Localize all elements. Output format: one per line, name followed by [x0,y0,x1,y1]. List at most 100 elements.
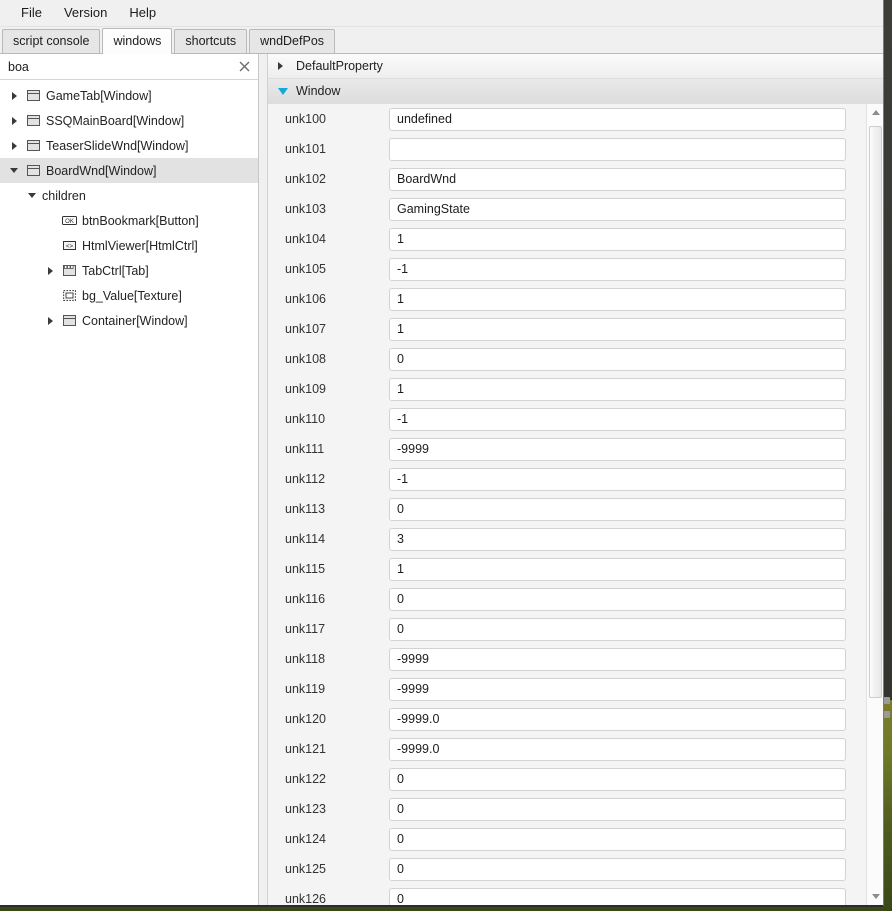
property-name: unk101 [285,142,327,156]
property-value-input[interactable] [389,347,846,371]
property-group-defaultproperty[interactable]: DefaultProperty [268,54,883,79]
property-name: unk114 [285,532,326,546]
property-name: unk107 [285,322,327,336]
chevron-right-icon[interactable] [6,108,22,133]
tree-item-label: SSQMainBoard[Window] [46,113,185,128]
property-value-input[interactable] [389,647,846,671]
chevron-right-icon[interactable] [6,83,22,108]
property-value-input[interactable] [389,317,846,341]
menu-bar: File Version Help [0,0,883,27]
property-pane: DefaultProperty Window unk100 unk101 unk10… [267,54,883,905]
property-row: unk117 [268,614,866,644]
property-value-input[interactable] [389,767,846,791]
tree-item[interactable]: GameTab[Window] [0,83,258,108]
pane-splitter[interactable] [259,54,267,905]
property-value-input[interactable] [389,707,846,731]
search-input[interactable] [8,59,234,74]
property-row: unk101 [268,134,866,164]
tree-item[interactable]: TeaserSlideWnd[Window] [0,133,258,158]
property-name: unk103 [285,202,327,216]
chevron-down-icon[interactable] [867,888,883,905]
menu-item-file[interactable]: File [10,2,53,24]
property-name: unk120 [285,712,327,726]
menu-item-version[interactable]: Version [53,2,118,24]
tree-item[interactable]: SSQMainBoard[Window] [0,108,258,133]
property-row: unk103 [268,194,866,224]
property-value-input[interactable] [389,557,846,581]
tree-item[interactable]: TabCtrl[Tab] [0,258,258,283]
button-icon: OK [58,213,80,228]
property-value-input[interactable] [389,587,846,611]
scrollbar-thumb[interactable] [869,126,882,698]
property-row: unk118 [268,644,866,674]
window-tree-pane: GameTab[Window] SSQMainBoard[Window] Tease… [0,54,259,905]
property-scrollbar[interactable] [866,104,883,905]
property-name: unk108 [285,352,327,366]
property-value-input[interactable] [389,257,846,281]
tree-item[interactable]: children [0,183,258,208]
property-name: unk121 [285,742,327,756]
property-value-input[interactable] [389,827,846,851]
window-icon [22,113,44,128]
property-value-input[interactable] [389,287,846,311]
property-name: unk126 [285,892,327,905]
tree-item[interactable]: OK btnBookmark[Button] [0,208,258,233]
property-value-input[interactable] [389,167,846,191]
property-name: unk124 [285,832,327,846]
texture-icon [58,288,80,303]
property-value-input[interactable] [389,527,846,551]
property-value-input[interactable] [389,107,846,131]
tab-windows[interactable]: windows [102,28,173,54]
window-icon [22,163,44,178]
property-row: unk114 [268,524,866,554]
tree-item[interactable]: <> HtmlViewer[HtmlCtrl] [0,233,258,258]
main-split-container: GameTab[Window] SSQMainBoard[Window] Tease… [0,54,883,905]
property-row: unk112 [268,464,866,494]
property-name: unk109 [285,382,327,396]
property-value-input[interactable] [389,857,846,881]
property-row: unk109 [268,374,866,404]
property-group-label: Window [296,84,341,98]
property-value-input[interactable] [389,677,846,701]
property-value-input[interactable] [389,377,846,401]
property-name: unk105 [285,262,327,276]
close-icon[interactable] [234,57,254,77]
property-value-input[interactable] [389,497,846,521]
tree-item[interactable]: Container[Window] [0,308,258,333]
tab-wnddefpos[interactable]: wndDefPos [249,29,336,53]
property-name: unk125 [285,862,327,876]
window-tree[interactable]: GameTab[Window] SSQMainBoard[Window] Tease… [0,80,258,905]
tab-shortcuts[interactable]: shortcuts [174,29,248,53]
property-row: unk107 [268,314,866,344]
property-name: unk115 [285,562,326,576]
property-value-input[interactable] [389,137,846,161]
property-name: unk113 [285,502,326,516]
property-value-input[interactable] [389,227,846,251]
property-value-input[interactable] [389,407,846,431]
property-group-window[interactable]: Window [268,79,883,104]
tree-item[interactable]: BoardWnd[Window] [0,158,258,183]
property-value-input[interactable] [389,887,846,905]
property-group-label: DefaultProperty [296,59,383,73]
chevron-down-icon[interactable] [6,158,22,183]
property-value-input[interactable] [389,797,846,821]
property-value-input[interactable] [389,197,846,221]
property-value-input[interactable] [389,617,846,641]
chevron-down-icon[interactable] [24,183,40,208]
property-value-input[interactable] [389,467,846,491]
tree-item[interactable]: bg_Value[Texture] [0,283,258,308]
property-value-input[interactable] [389,737,846,761]
chevron-right-icon[interactable] [42,308,58,333]
chevron-right-icon[interactable] [42,258,58,283]
property-row: unk100 [268,104,866,134]
application-window: File Version Help script console windows… [0,0,884,907]
property-value-input[interactable] [389,437,846,461]
chevron-up-icon[interactable] [867,104,883,121]
chevron-right-icon[interactable] [6,133,22,158]
menu-item-help[interactable]: Help [118,2,167,24]
tree-item-label: TabCtrl[Tab] [82,263,149,278]
tab-script-console[interactable]: script console [2,29,101,53]
property-name: unk110 [285,412,326,426]
